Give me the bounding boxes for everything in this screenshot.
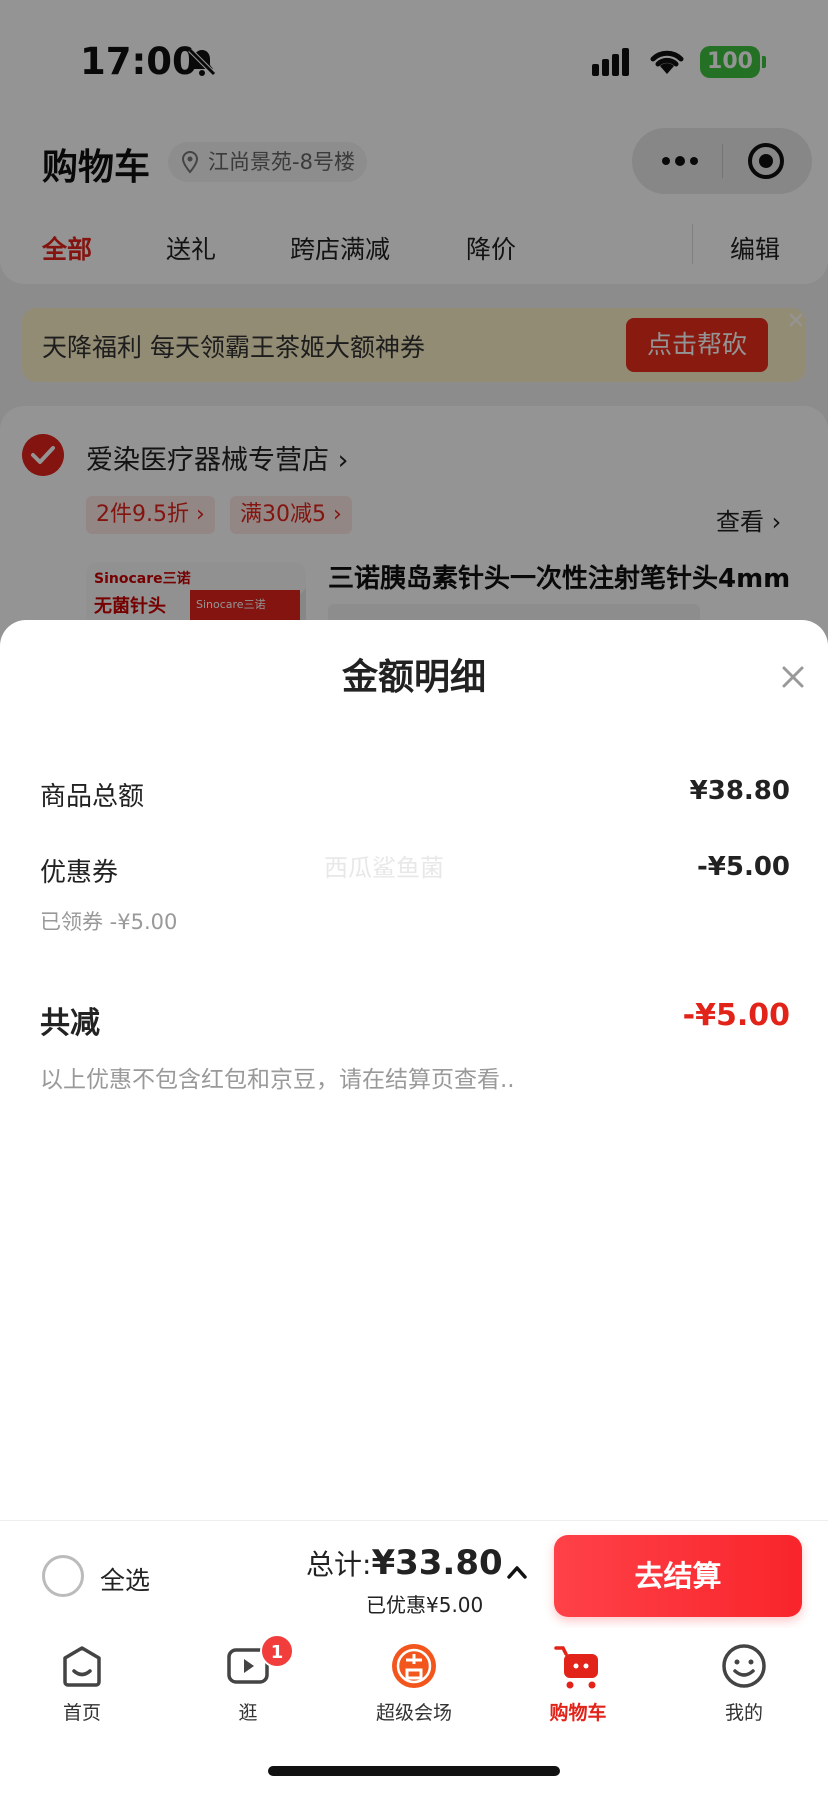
close-icon[interactable]: [776, 660, 810, 694]
sheet-title: 金额明细: [341, 657, 486, 698]
total-amount: ¥33.80: [371, 1543, 503, 1583]
discount-note: 以上优惠不包含红包和京豆，请在结算页查看..: [40, 1067, 515, 1093]
total-reduction-value: -¥5.00: [682, 998, 790, 1033]
notification-badge: 1: [260, 1634, 294, 1668]
coupon-value: -¥5.00: [696, 852, 790, 882]
chevron-up-icon[interactable]: [504, 1561, 530, 1583]
tabbar-label-super-venue: 超级会场: [375, 1702, 452, 1724]
tabbar-label-browse: 逛: [238, 1702, 258, 1724]
checkout-button[interactable]: 去结算: [554, 1535, 802, 1617]
checkout-bar: 全选 总计:¥33.80 已优惠¥5.00 去结算: [0, 1520, 828, 1628]
bottom-tabbar: 首页 1 逛 超级会场 购物车 我的: [0, 1628, 828, 1796]
goods-total-value: ¥38.80: [689, 776, 790, 806]
total-reduction-label: 共减: [40, 1006, 100, 1041]
watermark: 西瓜鲨鱼菌: [324, 854, 444, 882]
discount-summary: 已优惠¥5.00: [366, 1593, 484, 1617]
profile-icon: [722, 1644, 766, 1688]
cart-icon: [554, 1646, 598, 1689]
total-prefix: 总计:: [306, 1548, 372, 1581]
tabbar-item-browse[interactable]: 1 逛: [188, 1634, 308, 1725]
tabbar-item-super-venue[interactable]: 超级会场: [354, 1640, 474, 1725]
select-all-radio[interactable]: [42, 1555, 84, 1597]
coupon-sub-label: 已领券 -¥5.00: [40, 910, 178, 934]
goods-total-label: 商品总额: [40, 782, 145, 812]
tabbar-label-profile: 我的: [724, 1702, 763, 1724]
super-venue-icon: [392, 1644, 436, 1688]
coupon-label: 优惠券: [40, 858, 119, 888]
select-all-label[interactable]: 全选: [100, 1561, 150, 1597]
tabbar-item-profile[interactable]: 我的: [684, 1640, 804, 1725]
tabbar-label-cart: 购物车: [549, 1702, 607, 1724]
tabbar-item-home[interactable]: 首页: [22, 1640, 142, 1725]
total-summary: 总计:¥33.80: [306, 1543, 503, 1583]
home-icon: [63, 1646, 101, 1687]
home-indicator[interactable]: [268, 1766, 560, 1776]
tabbar-label-home: 首页: [62, 1702, 101, 1724]
tabbar-item-cart[interactable]: 购物车: [518, 1640, 638, 1725]
